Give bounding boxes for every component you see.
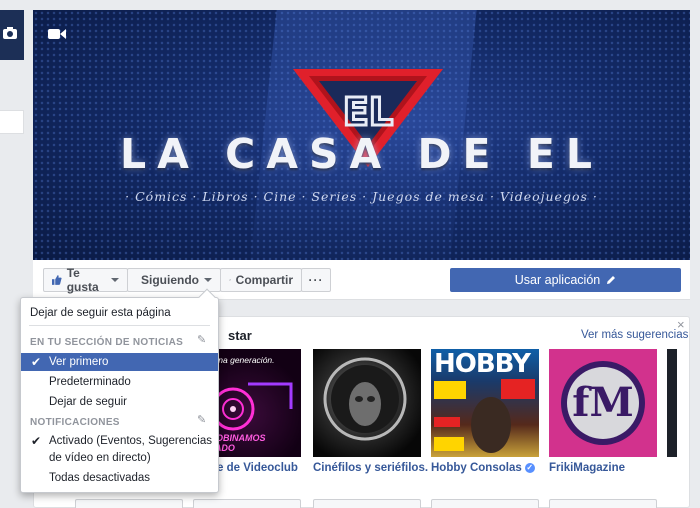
astronaut-helmet-graphic: [323, 357, 407, 441]
video-camera-icon[interactable]: [48, 28, 66, 40]
dropdown-divider: [29, 325, 210, 326]
magazine-cover-graphic: [434, 379, 535, 453]
suggestion-name[interactable]: e de Videoclub: [217, 462, 298, 474]
close-icon[interactable]: ×: [677, 317, 685, 332]
card-title-fragment: star: [228, 328, 252, 343]
following-dropdown-menu: Dejar de seguir esta página EN TU SECCIÓ…: [20, 288, 219, 493]
verified-badge-icon: ✓: [524, 463, 535, 473]
suggestion-thumb-hobby-consolas[interactable]: HOBBY: [431, 349, 539, 457]
cover-title: LA CASA DE EL: [120, 130, 603, 178]
share-button[interactable]: Compartir: [220, 268, 302, 292]
suggestion-like-button[interactable]: [431, 499, 539, 508]
suggestion-like-button[interactable]: [313, 499, 421, 508]
logo-letters: EL: [343, 90, 393, 134]
use-app-label: Usar aplicación: [514, 273, 601, 287]
default-item[interactable]: Predeterminado: [21, 374, 218, 390]
following-label: Siguiendo: [141, 273, 199, 287]
pencil-icon[interactable]: ✎: [197, 413, 206, 426]
suggestion-like-button[interactable]: [75, 499, 183, 508]
unfollow-item[interactable]: Dejar de seguir: [21, 394, 218, 410]
suggestion-thumb-cinefilos[interactable]: [313, 349, 421, 457]
notifications-on-item[interactable]: ✔ Activado (Eventos, Sugerencias de víde…: [21, 433, 218, 467]
like-label: Te gusta: [66, 266, 99, 294]
side-box: [0, 110, 24, 134]
notifications-on-label: Activado (Eventos, Sugerencias de vídeo …: [49, 435, 213, 464]
pencil-icon[interactable]: ✎: [197, 333, 206, 346]
camera-icon[interactable]: [2, 26, 18, 40]
use-app-button[interactable]: Usar aplicación: [450, 268, 681, 292]
chevron-down-icon: [204, 278, 212, 282]
more-dots-icon: ···: [308, 273, 324, 287]
page-action-bar: Te gusta Siguiendo Compartir ··· Usar ap…: [33, 260, 690, 300]
suggestion-name[interactable]: Cinéfilos y seriéfilos.: [313, 462, 428, 474]
suggestion-like-button[interactable]: [549, 499, 657, 508]
notifications-section-header: NOTIFICACIONES: [30, 417, 120, 428]
cover-photo[interactable]: EL LA CASA DE EL · Cómics · Libros · Cin…: [33, 10, 690, 260]
suggestion-name[interactable]: Hobby Consolas: [431, 462, 522, 474]
suggestion-name-hobby[interactable]: Hobby Consolas ✓: [431, 462, 535, 474]
thumbs-up-icon: [52, 275, 62, 285]
notifications-off-item[interactable]: Todas desactivadas: [21, 470, 218, 486]
chevron-down-icon: [111, 278, 119, 282]
share-arrow-icon: [229, 279, 231, 281]
see-first-item[interactable]: ✔ Ver primero: [21, 353, 218, 371]
pencil-icon: [607, 276, 616, 284]
like-button[interactable]: Te gusta: [43, 266, 128, 294]
cover-subtitle: · Cómics · Libros · Cine · Series · Jueg…: [125, 189, 598, 204]
share-label: Compartir: [235, 273, 293, 287]
magazine-masthead: HOBBY: [434, 349, 531, 379]
check-icon: ✔: [31, 355, 42, 369]
more-options-button[interactable]: ···: [301, 268, 331, 292]
suggestion-thumb-frikimagazine[interactable]: fM: [549, 349, 657, 457]
see-more-suggestions-link[interactable]: Ver más sugerencias: [581, 329, 688, 341]
friki-logo-letters: fM: [572, 379, 634, 426]
unfollow-page-item[interactable]: Dejar de seguir esta página: [21, 305, 218, 321]
check-icon: ✔: [31, 434, 42, 448]
see-first-label: Ver primero: [49, 356, 109, 368]
news-feed-section-header: EN TU SECCIÓN DE NOTICIAS: [30, 337, 184, 348]
suggestion-like-button[interactable]: [193, 499, 301, 508]
suggestion-name[interactable]: FrikiMagazine: [549, 462, 625, 474]
suggestion-thumb-partial[interactable]: [667, 349, 677, 457]
